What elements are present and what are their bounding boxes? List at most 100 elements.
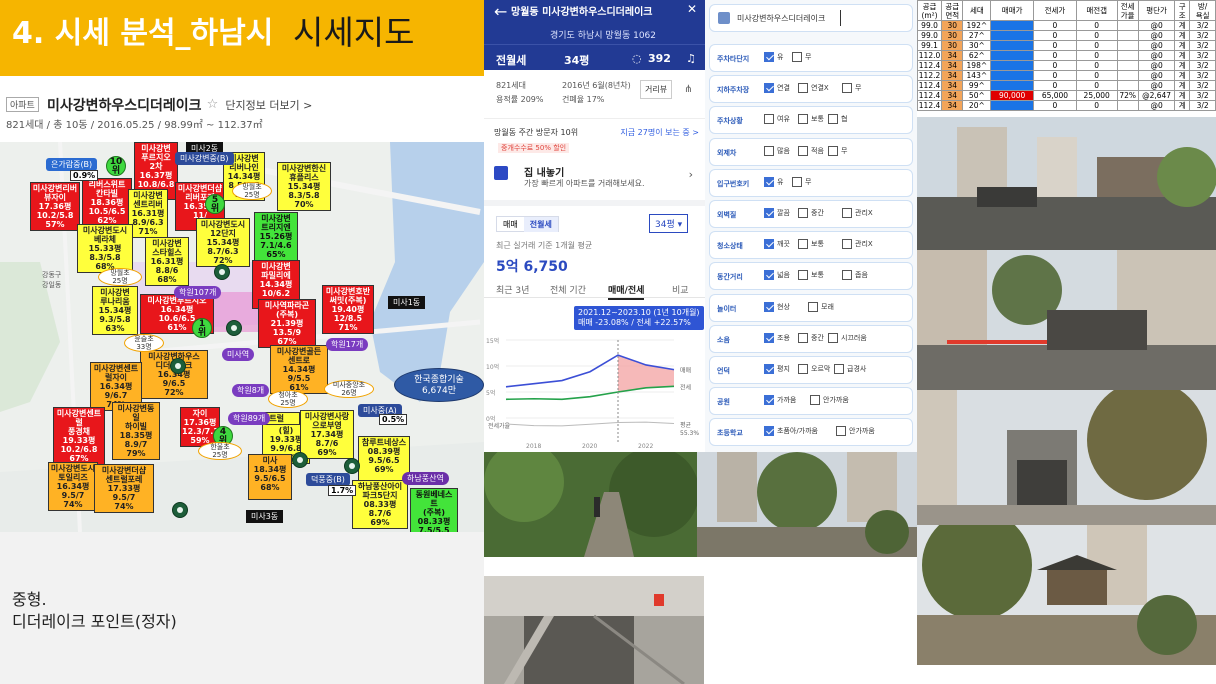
checkbox-unchecked[interactable] — [798, 239, 808, 250]
school-marker[interactable]: 윤슬초 33명 — [124, 334, 164, 352]
checkbox-unchecked[interactable] — [798, 332, 808, 343]
comment-icon[interactable]: ◌ — [632, 52, 642, 65]
checklist-option[interactable]: 가까움 — [764, 395, 796, 406]
share-icon[interactable]: ⋔ — [684, 84, 692, 95]
map-price-label[interactable]: 미사강변호반 써밋(주복) 19.40평 12/8.5 71% — [322, 285, 374, 334]
map-place-label[interactable]: 미사역 — [222, 348, 255, 361]
map-place-label[interactable]: 학원8개 — [232, 384, 270, 397]
map-price-label[interactable]: 미사강변 스타힐스 16.31평 8.8/6 68% — [145, 237, 189, 286]
school-marker[interactable]: 한울초 25명 — [198, 442, 242, 460]
back-arrow-icon[interactable]: ← — [494, 2, 507, 21]
checkbox-unchecked[interactable] — [842, 270, 852, 281]
bell-icon[interactable]: ♫ — [686, 52, 696, 65]
map-price-label[interactable]: 하남풍산아이 파크5단지 08.33평 8.7/6 69% — [352, 480, 408, 529]
checklist-option[interactable]: 안가까움 — [810, 395, 849, 406]
checklist-option[interactable]: 급경사 — [834, 364, 866, 374]
map-price-label[interactable]: 미사강변한신 휴플리스 15.34평 8.3/5.8 70% — [277, 162, 331, 211]
checkbox-unchecked[interactable] — [808, 301, 818, 312]
map-price-label[interactable]: 미사강변더샵 센트럴포레 17.33평 9.5/7 74% — [94, 464, 154, 513]
map-place-label[interactable]: 하남풍산역 — [402, 472, 449, 485]
street-view-button[interactable]: 거리뷰 — [640, 80, 673, 99]
checklist-option[interactable]: 적음 — [798, 145, 824, 156]
checklist-option[interactable]: 관리X — [842, 239, 873, 250]
list-home-card[interactable]: 집 내놓기 가장 빠르게 아파트를 거래해보세요. › — [484, 156, 705, 196]
checkbox-unchecked[interactable] — [792, 52, 802, 62]
map-price-label[interactable]: 미사역파라곤 (주복) 21.39평 13.5/9 67% — [258, 299, 316, 348]
map-place-label[interactable]: 학원107개 — [174, 286, 222, 299]
landmark-marker[interactable]: 한국종합기술 6,674만 — [394, 368, 484, 402]
checkbox-unchecked[interactable] — [764, 114, 774, 125]
map-price-label[interactable]: 미사강변리버 뷰자이 17.36평 10.2/5.8 57% — [30, 182, 80, 231]
checkbox-unchecked[interactable] — [836, 426, 846, 437]
map-price-label[interactable]: 미사강변 루나리움 15.34평 9.3/5.8 63% — [92, 286, 138, 335]
complex-info-link[interactable]: 단지정보 더보기 > — [225, 99, 312, 112]
checklist-option[interactable]: 깔끔 — [764, 208, 790, 218]
segment-sale[interactable]: 매매 — [497, 217, 524, 232]
checklist-option[interactable]: 보통 — [798, 239, 824, 250]
checklist-option[interactable]: 평지 — [764, 364, 790, 374]
checklist-option[interactable]: 중간 — [798, 332, 824, 343]
checkbox-unchecked[interactable] — [798, 83, 808, 94]
checkbox-checked[interactable] — [764, 83, 774, 94]
map-price-label[interactable]: 미사강변 트리지엔 15.26평 7.1/4.6 65% — [254, 212, 298, 261]
checklist-option[interactable]: 안가까움 — [836, 426, 875, 437]
checklist-option[interactable]: 여유 — [764, 114, 790, 125]
checklist-option[interactable]: 깨끗 — [764, 239, 790, 250]
tab-3years[interactable]: 최근 3년 — [496, 283, 529, 296]
checklist-option[interactable]: 보통 — [798, 270, 824, 281]
tab-compare[interactable]: 비교 — [672, 283, 689, 296]
checklist-option[interactable]: 좁음 — [842, 270, 868, 281]
checkbox-checked[interactable] — [764, 332, 774, 343]
viewing-now-link[interactable]: 지금 27명이 보는 중 > — [620, 127, 699, 138]
checkbox-checked[interactable] — [764, 395, 774, 406]
price-chart[interactable]: 15억 10억 5억 0억 2018 2020 2022 매매 전세 평균 55.3% 전세가율 20… — [484, 300, 705, 452]
map-place-label[interactable]: 미사1동 — [388, 296, 426, 309]
checklist-option[interactable]: 보통 — [798, 114, 824, 125]
map-price-label[interactable]: 동원베네스트 (주복) 08.33평 7.5/5.5 % — [410, 488, 458, 532]
segment-rent[interactable]: 전월세 — [523, 217, 558, 232]
checklist-option[interactable]: 시끄러움 — [828, 332, 867, 343]
map-price-label[interactable]: 미사강변사랑 으로부영 17.34평 8.7/6 69% — [300, 410, 354, 459]
checkbox-unchecked[interactable] — [842, 83, 852, 94]
checklist-option[interactable]: 관리X — [842, 208, 873, 218]
school-marker[interactable]: 청아초 25명 — [268, 390, 308, 408]
checkbox-unchecked[interactable] — [828, 332, 838, 343]
tab-rent[interactable]: 전월세 — [496, 52, 526, 68]
checklist-option[interactable]: 초품아/가까움 — [764, 426, 818, 437]
checkbox-unchecked[interactable] — [842, 239, 852, 250]
map-price-label[interactable]: 미사강변도시 토일리즈 16.34평 9.5/7 74% — [48, 462, 98, 511]
map-place-label[interactable]: 학원17개 — [326, 338, 369, 351]
checkbox-checked[interactable] — [764, 270, 774, 281]
checklist-option[interactable]: 모래 — [808, 301, 834, 312]
favorite-star-icon[interactable]: ☆ — [207, 97, 219, 112]
checklist-option[interactable]: 현상 — [764, 301, 790, 312]
checkbox-checked[interactable] — [764, 239, 774, 250]
checkbox-unchecked[interactable] — [828, 114, 838, 125]
tab-area[interactable]: 34평 — [564, 52, 589, 68]
checkbox-checked[interactable] — [764, 52, 774, 62]
school-marker[interactable]: 망월초 25명 — [98, 268, 142, 286]
checkbox-unchecked[interactable] — [798, 364, 808, 374]
map-price-label[interactable]: 미사강변 센트리버 16.31평 8.9/6.3 71% — [128, 189, 168, 238]
map-price-label[interactable]: 미사강변도시 12단지 15.34평 8.7/6.3 72% — [196, 218, 250, 267]
checklist-option[interactable]: 유 — [764, 52, 783, 62]
checklist-option[interactable]: 많음 — [764, 145, 790, 156]
checkbox-unchecked[interactable] — [798, 270, 808, 281]
map-price-label[interactable]: 미사 18.34평 9.5/6.5 68% — [248, 454, 292, 500]
map-price-label[interactable]: 미사강변도시 베라체 15.33평 8.3/5.8 68% — [77, 224, 133, 273]
checkbox-unchecked[interactable] — [842, 208, 852, 218]
checklist-option[interactable]: 중간 — [798, 208, 824, 218]
map-price-label[interactable]: 리버스위트 칸타빌 18.36평 10.5/6.5 62% — [82, 178, 132, 227]
map-price-label[interactable]: 미사강변동일 하이빌 18.35평 8.9/7 79% — [112, 402, 160, 460]
tab-all-period[interactable]: 전체 기간 — [550, 283, 586, 296]
price-map[interactable]: 미사강변 푸르지오 2차 16.37평 10.8/6.8 63%미사강변리버 뷰… — [0, 142, 484, 532]
school-marker[interactable]: 망월초 25명 — [232, 182, 272, 200]
map-price-label[interactable]: 미사강변하우스 디더레이크 16.34평 9/6.5 72% — [140, 350, 208, 399]
checklist-option[interactable]: 무 — [828, 145, 847, 156]
map-place-label[interactable]: 미사3동 — [246, 510, 284, 523]
map-price-label[interactable]: 미사강변센트럴 풍경채 19.33평 10.2/6.8 67% — [53, 407, 105, 465]
checkbox-unchecked[interactable] — [798, 145, 808, 156]
checkbox-checked[interactable] — [764, 176, 774, 187]
checkbox-unchecked[interactable] — [798, 114, 808, 125]
checklist-option[interactable]: 무 — [792, 176, 811, 187]
